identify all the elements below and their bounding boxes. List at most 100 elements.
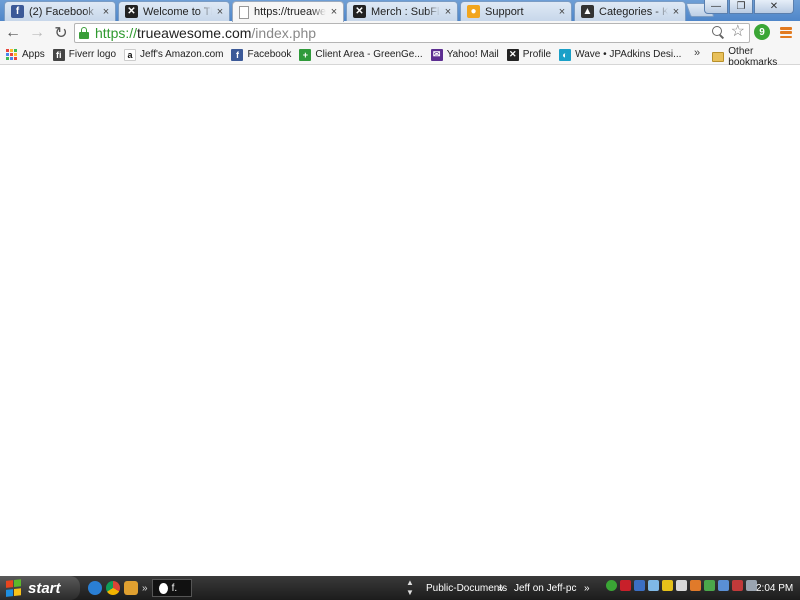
facebook-icon: f bbox=[11, 5, 24, 18]
amazon-icon: a bbox=[124, 48, 137, 61]
wave-icon: ◐ bbox=[559, 48, 572, 61]
tab-title: Support bbox=[485, 5, 524, 18]
bookmark-item[interactable]: fi Fiverr logo bbox=[51, 46, 120, 64]
system-clock[interactable]: 2:04 PM bbox=[756, 583, 793, 594]
tray-acrobat-icon[interactable] bbox=[620, 580, 631, 591]
restore-button[interactable]: ❐ bbox=[729, 0, 753, 14]
app-icon[interactable] bbox=[124, 581, 138, 595]
extension-icon[interactable]: 9 bbox=[754, 24, 770, 40]
tray-wifi-icon[interactable] bbox=[704, 580, 715, 591]
url-text[interactable]: https://trueawesome.com/index.php bbox=[95, 25, 316, 41]
apps-icon bbox=[6, 48, 18, 61]
back-button[interactable]: ← bbox=[2, 22, 24, 44]
windows-logo-icon bbox=[6, 579, 22, 597]
tab-close-icon[interactable]: × bbox=[215, 6, 225, 18]
tab-title: (2) Facebook bbox=[29, 5, 94, 18]
close-window-button[interactable]: ✕ bbox=[754, 0, 794, 14]
bookmark-label: Fiverr logo bbox=[68, 49, 117, 60]
bookmark-label: Facebook bbox=[247, 49, 292, 60]
reload-button[interactable]: ↻ bbox=[50, 22, 72, 44]
other-bookmarks-button[interactable]: Other bookmarks bbox=[712, 46, 800, 68]
awesome-x-icon: ✕ bbox=[353, 5, 366, 18]
tray-mute-icon[interactable] bbox=[732, 580, 743, 591]
menu-icon[interactable] bbox=[780, 27, 792, 38]
bookmark-star-icon[interactable]: ☆ bbox=[731, 24, 745, 40]
bookmark-label: Jeff's Amazon.com bbox=[140, 49, 224, 60]
windows-taskbar: start » f. ▲ ▼ Public-Documents » Jeff on… bbox=[0, 576, 800, 600]
url-scheme: https:// bbox=[95, 25, 138, 41]
page-content[interactable] bbox=[0, 66, 800, 576]
bookmarks-bar: Apps fi Fiverr logo a Jeff's Amazon.com f Face… bbox=[0, 45, 800, 68]
toolbar-overflow[interactable]: » bbox=[498, 583, 504, 594]
page-icon bbox=[239, 5, 249, 19]
bookmark-label: Apps bbox=[22, 49, 45, 60]
bookmark-item[interactable]: + Client Area - GreenGe... bbox=[297, 46, 426, 64]
bookmark-item[interactable]: ✕ Profile bbox=[505, 46, 555, 64]
bookmark-label: Profile bbox=[522, 49, 552, 60]
quick-launch-overflow[interactable]: » bbox=[142, 583, 148, 594]
bookmark-item[interactable]: Apps bbox=[4, 46, 49, 64]
bookmark-item[interactable]: a Jeff's Amazon.com bbox=[122, 46, 227, 64]
tab-close-icon[interactable]: × bbox=[101, 6, 111, 18]
other-bookmarks-label: Other bookmarks bbox=[728, 46, 778, 68]
chrome-task-icon bbox=[158, 582, 168, 594]
tray-settings-icon[interactable] bbox=[648, 580, 659, 591]
bookmarks-overflow-button[interactable]: » bbox=[694, 47, 700, 59]
tray-green-icon[interactable] bbox=[606, 580, 617, 591]
tab-title: Welcome to The A bbox=[143, 5, 212, 18]
minimize-button[interactable]: — bbox=[704, 0, 728, 14]
bookmark-label: Yahoo! Mail bbox=[446, 49, 499, 60]
browser-tab[interactable]: ✕ Welcome to The A× bbox=[118, 1, 230, 21]
tray-shield-icon[interactable] bbox=[662, 580, 673, 591]
user-toolbar-label[interactable]: Jeff on Jeff-pc bbox=[514, 583, 576, 594]
user-toolbar-overflow[interactable]: » bbox=[584, 583, 590, 594]
address-bar[interactable]: https://trueawesome.com/index.php ☆ bbox=[74, 23, 750, 43]
taskbar-scroll-arrows[interactable]: ▲ ▼ bbox=[406, 578, 414, 598]
support-icon: ● bbox=[467, 5, 480, 18]
tray-display-icon[interactable] bbox=[718, 580, 729, 591]
tab-title: https://trueawesome bbox=[254, 6, 326, 18]
chrome-icon[interactable] bbox=[106, 581, 120, 595]
awesome-x-icon: ✕ bbox=[125, 5, 138, 18]
greengeeks-icon: + bbox=[299, 48, 312, 61]
tab-title: Categories - K2 Co bbox=[599, 5, 668, 18]
system-tray bbox=[606, 580, 757, 591]
k2-icon: ▲ bbox=[581, 5, 594, 18]
window-controls: — ❐ ✕ bbox=[704, 0, 794, 14]
tab-close-icon[interactable]: × bbox=[443, 6, 453, 18]
tray-app-icon[interactable] bbox=[690, 580, 701, 591]
url-host: trueawesome.com bbox=[137, 25, 252, 41]
bookmark-item[interactable]: ◐ Wave • JPAdkins Desi... bbox=[557, 46, 685, 64]
taskbar-window-button[interactable]: f. bbox=[151, 579, 192, 597]
forward-button[interactable]: → bbox=[26, 22, 48, 44]
tab-close-icon[interactable]: × bbox=[329, 6, 339, 18]
browser-tab[interactable]: ▲ Categories - K2 Co× bbox=[574, 1, 686, 21]
tray-network-icon[interactable] bbox=[634, 580, 645, 591]
folder-icon bbox=[712, 52, 725, 62]
tab-strip: f(2) Facebook×✕Welcome to The A×https://… bbox=[0, 0, 800, 22]
bookmark-label: Wave • JPAdkins Desi... bbox=[575, 49, 682, 60]
public-documents-toolbar[interactable]: Public-Documents bbox=[426, 583, 507, 594]
browser-tab[interactable]: f (2) Facebook × bbox=[4, 1, 116, 21]
search-icon[interactable] bbox=[711, 25, 725, 39]
start-label: start bbox=[28, 579, 61, 597]
awesome-x-icon: ✕ bbox=[506, 48, 519, 61]
tab-title: Merch : SubFloor V bbox=[371, 5, 440, 18]
tab-close-icon[interactable]: × bbox=[671, 6, 681, 18]
fiverr-icon: fi bbox=[52, 48, 65, 61]
browser-tab[interactable]: https://trueawesome× bbox=[232, 1, 344, 22]
bookmark-item[interactable]: ✉ Yahoo! Mail bbox=[429, 46, 503, 64]
tray-alert-icon[interactable] bbox=[676, 580, 687, 591]
browser-tab[interactable]: ✕ Merch : SubFloor V× bbox=[346, 1, 458, 21]
bookmark-item[interactable]: f Facebook bbox=[229, 46, 295, 64]
start-button[interactable]: start bbox=[0, 576, 80, 600]
browser-toolbar: ← → ↻ https://trueawesome.com/index.php … bbox=[0, 21, 800, 45]
lock-icon bbox=[79, 27, 89, 39]
internet-explorer-icon[interactable] bbox=[88, 581, 102, 595]
tab-close-icon[interactable]: × bbox=[557, 6, 567, 18]
yahoo-mail-icon: ✉ bbox=[430, 48, 443, 61]
facebook-icon: f bbox=[231, 48, 244, 61]
task-label: f. bbox=[171, 582, 178, 594]
browser-tab[interactable]: ● Support × bbox=[460, 1, 572, 21]
bookmark-label: Client Area - GreenGe... bbox=[315, 49, 423, 60]
